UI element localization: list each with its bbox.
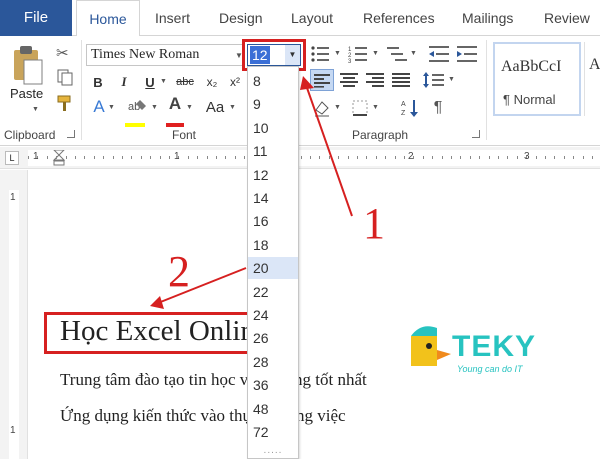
annotation-arrows	[150, 76, 353, 309]
annotation-arrow-2	[150, 267, 247, 309]
annotation-step-1: 1	[363, 199, 385, 248]
annotation-arrow-1	[300, 76, 353, 217]
annotation-step-2: 2	[168, 247, 190, 296]
